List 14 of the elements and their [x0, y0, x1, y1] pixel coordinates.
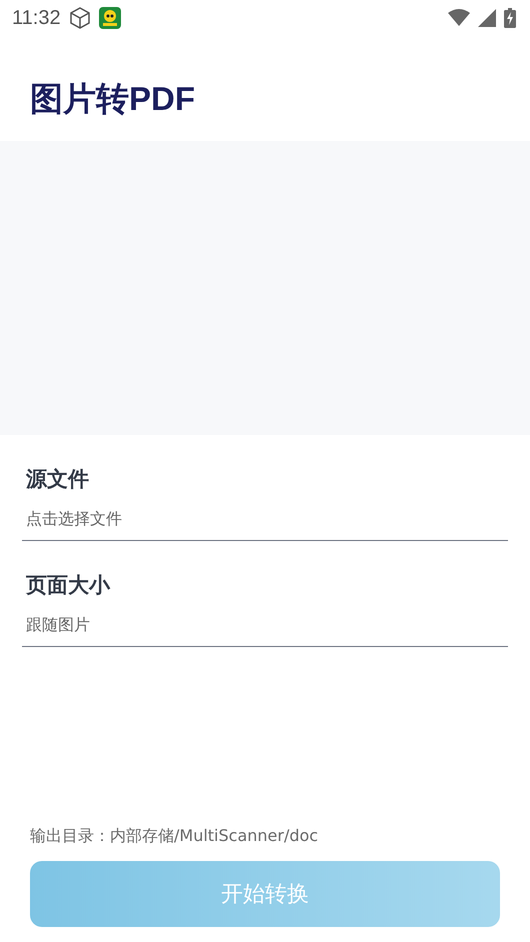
form-field[interactable]: 源文件 点击选择文件 [22, 435, 508, 541]
page-title: 图片转PDF [30, 79, 195, 119]
signal-icon [478, 9, 496, 27]
field-label: 源文件 [26, 466, 90, 493]
cube-icon [68, 6, 91, 30]
battery-charging-icon [504, 8, 516, 28]
app-icon [98, 7, 121, 29]
wifi-icon [448, 9, 470, 27]
field-value: 点击选择文件 [26, 509, 123, 530]
field-value: 跟随图片 [26, 615, 91, 636]
field-label: 页面大小 [26, 572, 112, 599]
status-time: 11:32 [12, 6, 61, 30]
form-field[interactable]: 页面大小 跟随图片 [22, 541, 508, 647]
output-path: 输出目录：内部存储/MultiScanner/doc [30, 826, 320, 847]
